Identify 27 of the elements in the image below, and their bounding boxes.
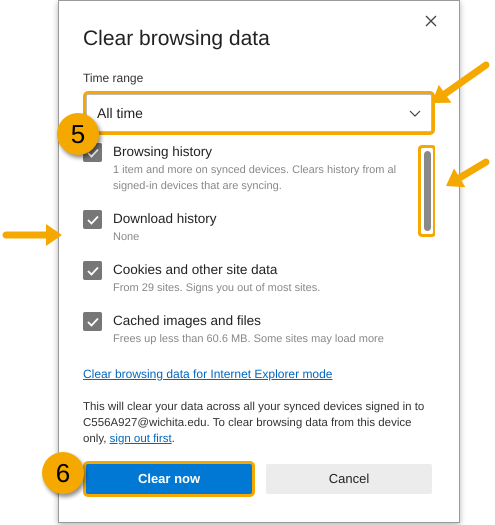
item-description: From 29 sites. Signs you out of most sites. [113,281,320,296]
item-title: Download history [113,210,217,228]
chevron-down-icon [409,110,421,116]
checkmark-icon [86,214,98,224]
cancel-button[interactable]: Cancel [266,464,432,494]
checkbox[interactable] [83,261,102,280]
close-icon[interactable] [425,15,437,27]
clear-now-button[interactable]: Clear now [86,464,252,494]
sign-out-link[interactable]: sign out first [110,433,172,445]
item-title: Cookies and other site data [113,261,278,279]
scrollbar-thumb[interactable] [424,151,430,231]
checkmark-icon [86,148,98,158]
checkmark-icon [86,316,98,326]
checkbox[interactable] [83,312,102,331]
step-number-badge: 6 [42,452,84,494]
dialog-title: Clear browsing data [83,26,271,52]
item-description: 1 item and more on synced devices. Clears history from al signed-in devices that are syncing. [113,163,398,194]
time-range-dropdown[interactable]: All time [86,94,432,132]
item-description: Frees up less than 60.6 MB. Some sites may load more [113,332,384,347]
item-title: Cached images and files [113,312,262,330]
field-label: Time range [83,70,144,87]
checkbox[interactable] [83,210,102,229]
item-title: Browsing history [113,143,214,161]
checkmark-icon [86,266,98,276]
ie-mode-link[interactable]: Clear browsing data for Internet Explorer mode [83,365,332,383]
item-description: None [113,230,140,245]
sync-notice: This will clear your data across all your synced devices signed in to C556A927@wichita.edu. To clear browsing data from this device only, sign out first. [83,400,426,447]
